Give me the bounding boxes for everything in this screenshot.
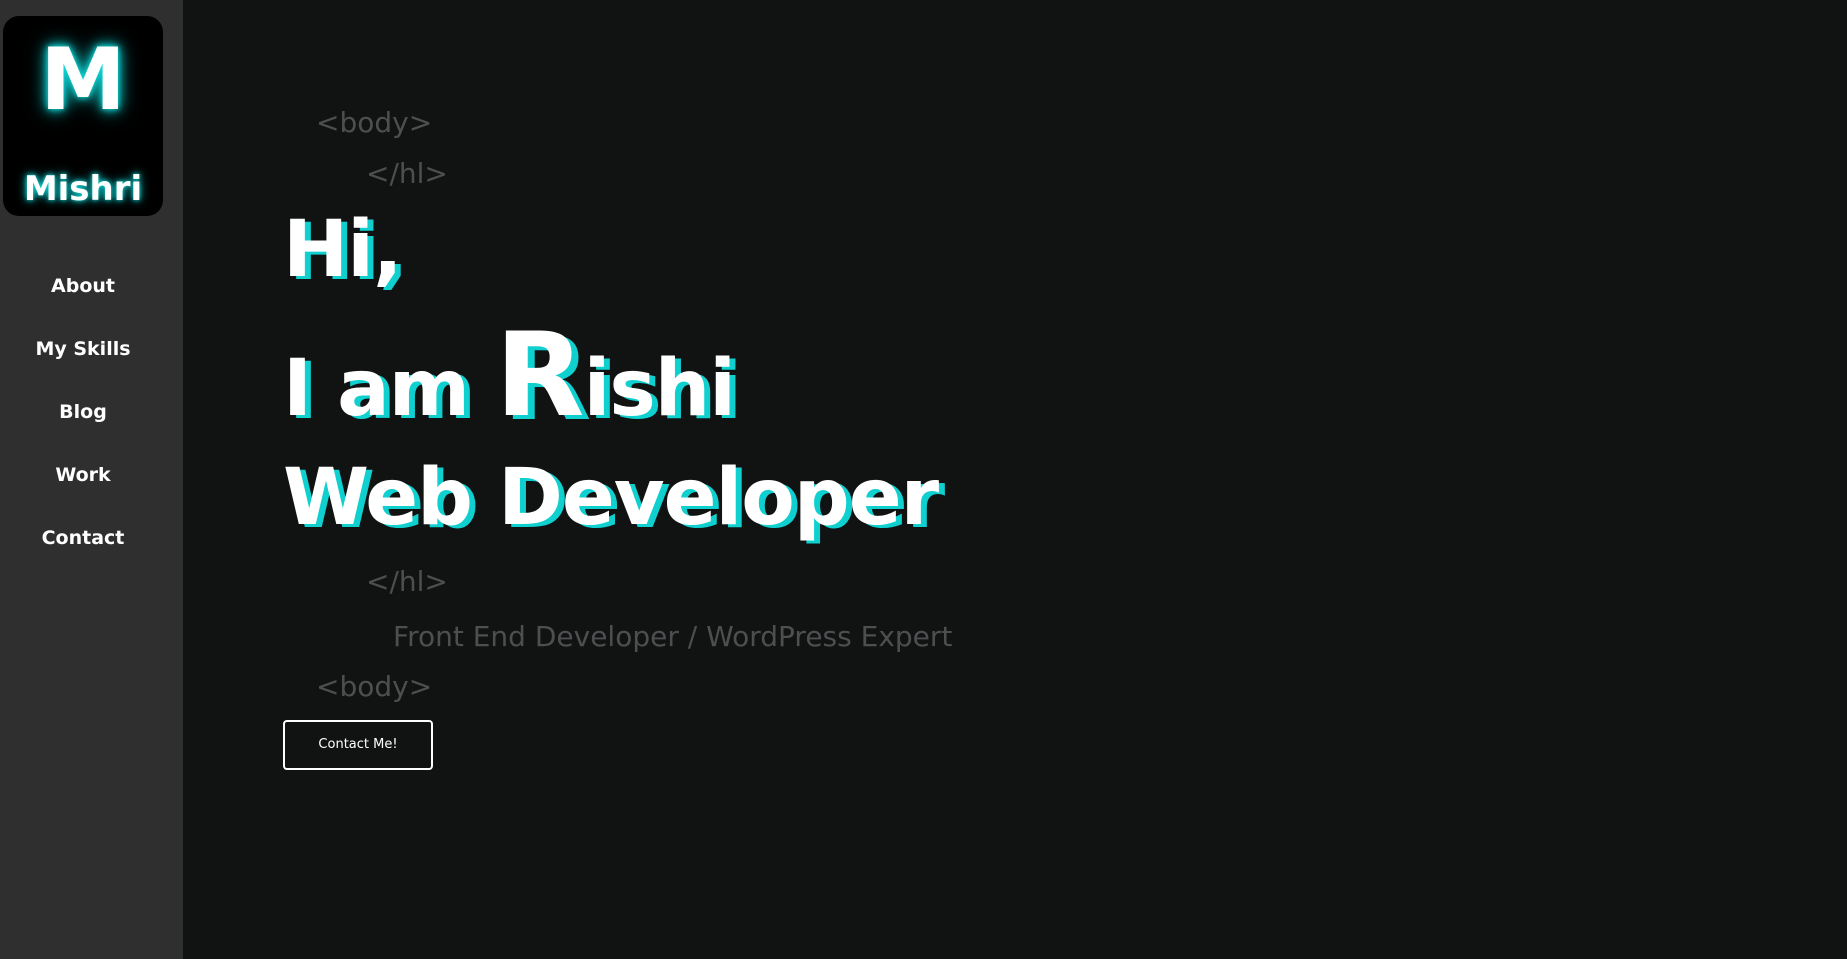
hero-name-initial: R xyxy=(495,308,584,443)
hero-name-prefix: I am xyxy=(283,344,496,434)
sidebar-nav: About My Skills Blog Work Contact xyxy=(0,260,166,575)
nav-item-blog[interactable]: Blog xyxy=(0,386,166,449)
hero-subtitle: Front End Developer / WordPress Expert xyxy=(393,620,953,653)
hero-name-line: I am Rishi xyxy=(283,308,736,447)
hero-role: Web Developer xyxy=(283,453,939,543)
nav-item-contact[interactable]: Contact xyxy=(0,512,166,575)
body-open-tag: <body> xyxy=(316,106,433,139)
hero-greeting: Hi, xyxy=(283,205,403,295)
logo[interactable]: M Mishri xyxy=(3,16,163,216)
sidebar: M Mishri About My Skills Blog Work Conta… xyxy=(0,0,183,959)
nav-item-my-skills[interactable]: My Skills xyxy=(0,323,166,386)
contact-me-button[interactable]: Contact Me! xyxy=(283,720,433,770)
main-content: <body> </hl> Hi, I am Rishi Web Develope… xyxy=(183,0,1847,959)
nav-item-work[interactable]: Work xyxy=(0,449,166,512)
hero-name-rest: ishi xyxy=(583,344,736,434)
body-close-tag: <body> xyxy=(316,670,433,703)
logo-letter: M xyxy=(40,30,126,130)
nav-item-about[interactable]: About xyxy=(0,260,166,323)
h1-open-tag: </hl> xyxy=(366,157,448,190)
logo-name: Mishri xyxy=(23,169,143,209)
h1-close-tag: </hl> xyxy=(366,565,448,598)
